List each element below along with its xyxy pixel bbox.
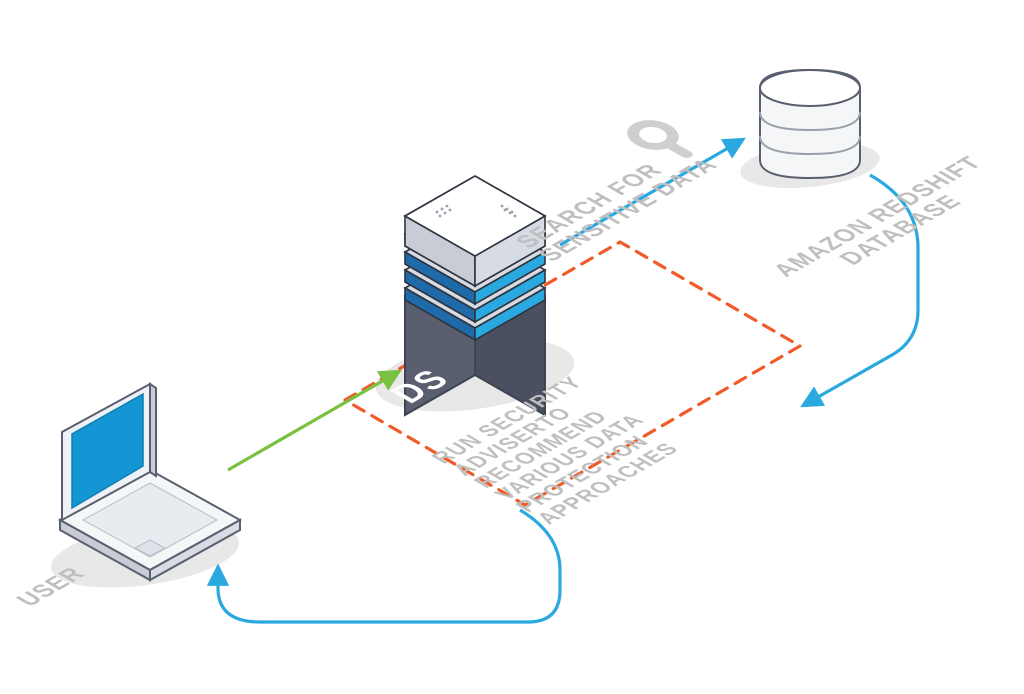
architecture-diagram: USER DS SEARCH FOR SENSITIVE DATA AMAZON…	[0, 0, 1024, 694]
arrow-advice-to-user	[218, 510, 560, 622]
arrow-user-to-server	[228, 372, 398, 470]
database-icon	[760, 70, 860, 178]
diagram-canvas	[0, 0, 1024, 694]
